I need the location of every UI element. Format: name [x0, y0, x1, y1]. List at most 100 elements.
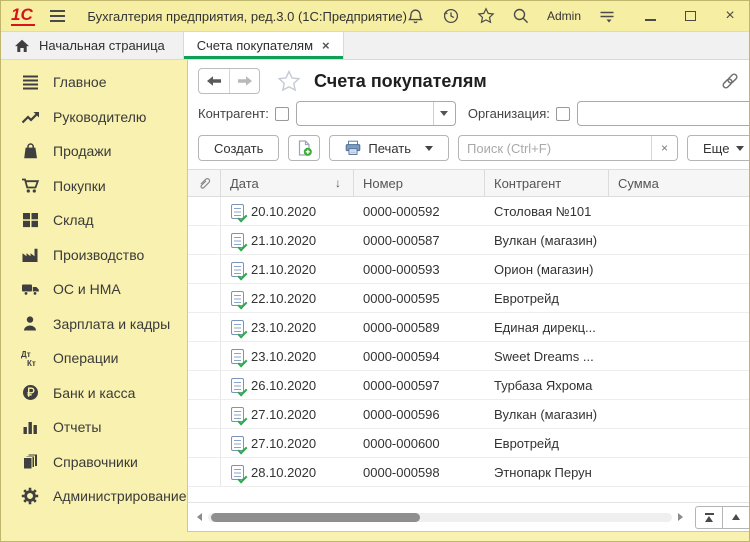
posted-document-icon — [231, 407, 244, 422]
search-icon[interactable] — [512, 7, 530, 25]
truck-icon — [19, 279, 41, 299]
back-button[interactable] — [199, 69, 229, 93]
sort-desc-icon: ↓ — [335, 176, 341, 190]
page-title: Счета покупателям — [314, 71, 487, 92]
sidebar-item-operacii[interactable]: ДтКт Операции — [1, 341, 187, 376]
history-icon[interactable] — [442, 7, 460, 25]
table-row[interactable]: 21.10.2020 0000-000587 Вулкан (магазин) … — [188, 226, 750, 255]
posted-document-icon — [231, 465, 244, 480]
tab-close-icon[interactable]: × — [322, 38, 330, 53]
maximize-icon[interactable] — [681, 7, 699, 25]
sidebar-item-otchety[interactable]: Отчеты — [1, 410, 187, 445]
grid-icon — [19, 210, 41, 230]
scroll-left-icon[interactable] — [197, 513, 202, 521]
table-row[interactable]: 28.10.2020 0000-000598 Этнопарк Перун 10… — [188, 458, 750, 487]
more-button[interactable]: Еще — [687, 135, 750, 161]
table-row[interactable]: 21.10.2020 0000-000593 Орион (магазин) 9… — [188, 255, 750, 284]
contractor-combo-dropdown-icon[interactable] — [433, 102, 455, 125]
sidebar-item-rukovoditelyu[interactable]: Руководителю — [1, 100, 187, 135]
sidebar-item-spravochniki[interactable]: Справочники — [1, 445, 187, 480]
1c-logo: 1С — [11, 6, 35, 26]
tab-invoices-label: Счета покупателям — [197, 38, 313, 53]
posted-document-icon — [231, 204, 244, 219]
table-row[interactable]: 23.10.2020 0000-000589 Единая дирекц... … — [188, 313, 750, 342]
service-menu-icon[interactable] — [598, 7, 616, 25]
sidebar-item-administrirovanie[interactable]: Администрирование — [1, 479, 187, 514]
posted-document-icon — [231, 291, 244, 306]
close-window-icon[interactable]: × — [721, 7, 739, 25]
bag-icon — [19, 141, 41, 161]
sidebar-item-glavnoe[interactable]: Главное — [1, 65, 187, 100]
sidebar-item-sklad[interactable]: Склад — [1, 203, 187, 238]
organization-filter-label: Организация: — [468, 106, 550, 121]
print-button[interactable]: Печать — [329, 135, 449, 161]
search-clear-icon[interactable]: × — [651, 136, 677, 160]
sidebar-item-bank-kassa[interactable]: Банк и касса — [1, 376, 187, 411]
contractor-filter-combo[interactable] — [296, 101, 456, 126]
tab-home[interactable]: Начальная страница — [1, 32, 183, 59]
scroll-right-icon[interactable] — [678, 513, 683, 521]
ruble-icon — [19, 383, 41, 403]
date-column-header[interactable]: Дата ↓ — [221, 170, 354, 196]
record-pager — [695, 506, 750, 529]
posted-document-icon — [231, 436, 244, 451]
scrollbar-thumb[interactable] — [211, 513, 420, 522]
toolbar: Создать Печать × Еще — [188, 133, 750, 169]
tab-invoices[interactable]: Счета покупателям × — [183, 32, 344, 59]
dtkt-icon: ДтКт — [19, 348, 41, 368]
attachment-column-header[interactable] — [188, 170, 221, 196]
search-input[interactable] — [459, 136, 651, 160]
table-row[interactable]: 20.10.2020 0000-000592 Столовая №101 34 … — [188, 197, 750, 226]
print-dropdown-icon — [425, 146, 433, 151]
window-title: Бухгалтерия предприятия, ред.3.0 (1С:Пре… — [87, 9, 407, 24]
trend-icon — [19, 107, 41, 127]
sidebar-item-os-nma[interactable]: ОС и НМА — [1, 272, 187, 307]
books-icon — [19, 452, 41, 472]
contractor-column-header[interactable]: Контрагент — [485, 170, 609, 196]
forward-button[interactable] — [229, 69, 259, 93]
create-button[interactable]: Создать — [198, 135, 279, 161]
chart-icon — [19, 417, 41, 437]
favorites-star-icon[interactable] — [477, 7, 495, 25]
main-area: Счета покупателям × Контрагент: — [187, 60, 750, 542]
organization-filter-combo[interactable] — [577, 101, 750, 126]
user-name[interactable]: Admin — [547, 9, 581, 23]
get-link-icon[interactable] — [720, 71, 740, 91]
number-column-header[interactable]: Номер — [354, 170, 485, 196]
printer-icon — [345, 140, 361, 156]
notifications-bell-icon[interactable] — [407, 7, 425, 25]
tab-home-label: Начальная страница — [39, 38, 165, 53]
go-previous-button[interactable] — [722, 506, 750, 529]
cart-icon — [19, 176, 41, 196]
filters-row: Контрагент: Организация: — [188, 98, 750, 133]
table-row[interactable]: 22.10.2020 0000-000595 Евротрейд 139,62 — [188, 284, 750, 313]
search-field: × — [458, 135, 678, 161]
main-menu-icon[interactable] — [50, 10, 66, 22]
svg-text:Дт: Дт — [21, 350, 31, 359]
panel-header: Счета покупателям × — [188, 60, 750, 98]
contractor-filter-checkbox[interactable] — [275, 107, 289, 121]
sidebar-item-pokupki[interactable]: Покупки — [1, 169, 187, 204]
table-row[interactable]: 26.10.2020 0000-000597 Турбаза Яхрома 31… — [188, 371, 750, 400]
factory-icon — [19, 245, 41, 265]
minimize-icon[interactable] — [641, 7, 659, 25]
table-row[interactable]: 23.10.2020 0000-000594 Sweet Dreams ... … — [188, 342, 750, 371]
sidebar-item-proizvodstvo[interactable]: Производство — [1, 238, 187, 273]
go-first-button[interactable] — [695, 506, 723, 529]
table-row[interactable]: 27.10.2020 0000-000596 Вулкан (магазин) … — [188, 400, 750, 429]
sidebar-item-prodazhi[interactable]: Продажи — [1, 134, 187, 169]
titlebar: 1С Бухгалтерия предприятия, ред.3.0 (1С:… — [1, 1, 749, 32]
posted-document-icon — [231, 349, 244, 364]
sidebar-item-zarplata[interactable]: Зарплата и кадры — [1, 307, 187, 342]
posted-document-icon — [231, 320, 244, 335]
paperclip-icon — [197, 176, 212, 191]
favorite-star-icon[interactable] — [277, 70, 301, 93]
horizontal-scrollbar[interactable] — [208, 513, 672, 522]
app-window: 1С Бухгалтерия предприятия, ред.3.0 (1С:… — [0, 0, 750, 542]
table-row[interactable]: 27.10.2020 0000-000600 Евротрейд 558,32 — [188, 429, 750, 458]
posted-document-icon — [231, 378, 244, 393]
create-copy-button[interactable] — [288, 135, 320, 161]
table-header: Дата ↓ Номер Контрагент Сумма — [188, 169, 750, 197]
sum-column-header[interactable]: Сумма — [609, 170, 750, 196]
organization-filter-checkbox[interactable] — [556, 107, 570, 121]
